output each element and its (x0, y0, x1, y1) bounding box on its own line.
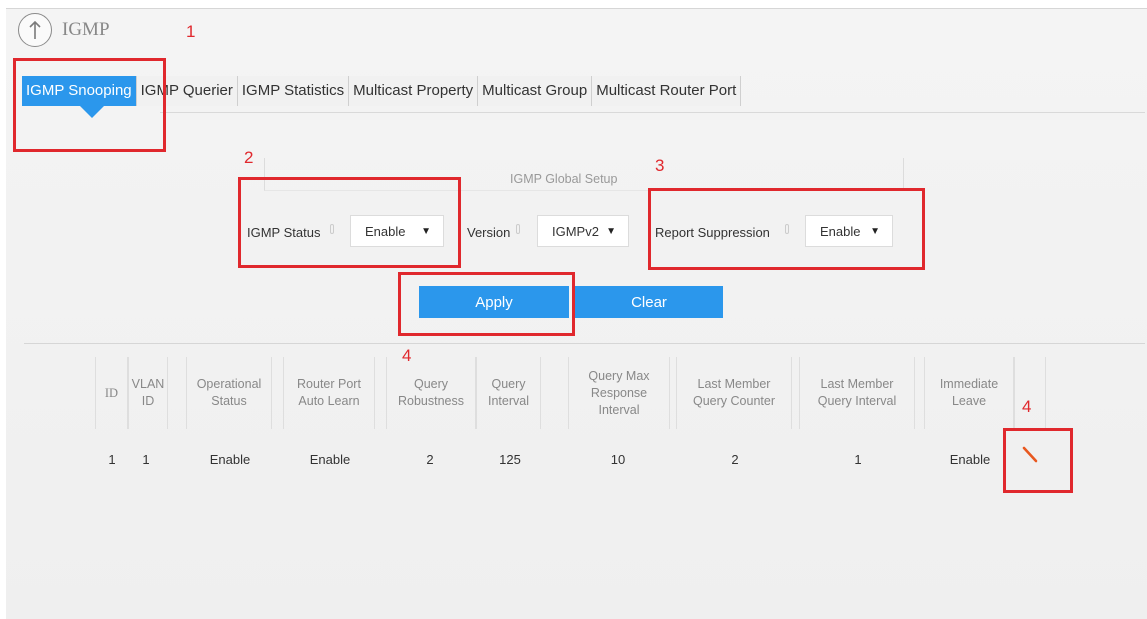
annotation-box (13, 58, 166, 152)
table-header-id: ID (95, 357, 128, 429)
clear-button[interactable]: Clear (575, 286, 723, 318)
table-header-last-member-query-interval: Last Member Query Interval (799, 357, 915, 429)
cell-query-interval: 125 (499, 452, 521, 467)
table-header-immediate-leave: Immediate Leave (924, 357, 1014, 429)
table-header-last-member-query-counter: Last Member Query Counter (676, 357, 792, 429)
cell-immediate-leave: Enable (949, 452, 991, 467)
cell-last-member-query-counter: 2 (731, 452, 739, 467)
annotation-box (398, 272, 575, 336)
up-arrow-icon[interactable] (18, 13, 52, 47)
tab-igmp-statistics[interactable]: IGMP Statistics (237, 76, 350, 106)
table-header-query-robustness: Query Robustness (386, 357, 476, 429)
cell-router-port-auto-learn: Enable (309, 452, 351, 467)
cell-last-member-query-interval: 1 (854, 452, 862, 467)
cell-operational-status: Enable (209, 452, 251, 467)
version-label: Version (467, 225, 511, 240)
table-header-query-interval: Query Interval (476, 357, 541, 429)
table-header-router-port-auto-learn: Router Port Auto Learn (283, 357, 375, 429)
annotation-box (238, 177, 461, 268)
cell-query-robustness: 2 (426, 452, 434, 467)
tab-multicast-property[interactable]: Multicast Property (349, 76, 479, 106)
table-header-operational-status: Operational Status (186, 357, 272, 429)
top-strip (0, 0, 1147, 8)
table-header-vlan-id: VLAN ID (128, 357, 168, 429)
section-divider (24, 343, 1145, 344)
cell-id: 1 (108, 452, 116, 467)
version-select[interactable]: IGMPv2 ▼ (537, 215, 629, 247)
annotation-number: 1 (186, 22, 196, 41)
tab-multicast-router-port[interactable]: Multicast Router Port (592, 76, 742, 106)
tab-multicast-group[interactable]: Multicast Group (478, 76, 593, 106)
annotation-number: 2 (244, 148, 254, 167)
dropdown-arrow-icon: ▼ (606, 225, 616, 237)
version-value: IGMPv2 (552, 223, 599, 239)
page-header: IGMP (18, 12, 110, 48)
tabs-divider (160, 112, 1145, 113)
setup-title: IGMP Global Setup (510, 172, 618, 186)
annotation-box (1003, 428, 1073, 493)
cell-vlan-id: 1 (142, 452, 150, 467)
table-header-query-max-response-interval: Query Max Response Interval (568, 357, 670, 429)
help-icon (516, 224, 520, 234)
page-title: IGMP (62, 19, 110, 40)
table-header-action (1014, 357, 1046, 429)
cell-query-max-response-interval: 10 (610, 452, 626, 467)
annotation-box (648, 188, 925, 270)
